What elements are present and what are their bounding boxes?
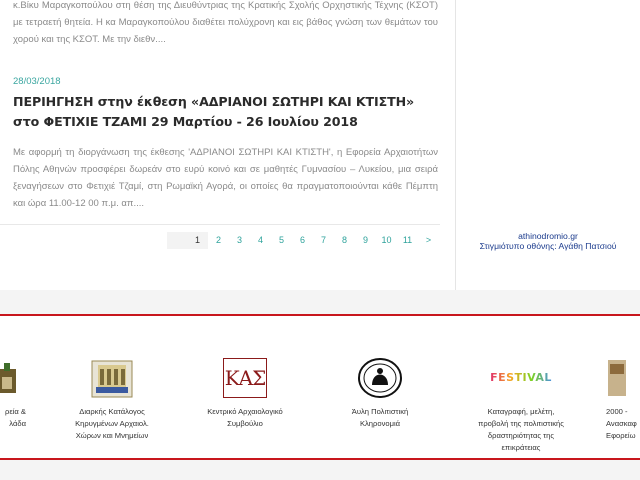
news-list: κ.Βίκυ Μαραγκοπούλου στη θέση της Διευθύ… bbox=[0, 0, 455, 290]
partner-item[interactable]: Άυλη Πολιτιστική Κληρονομιά bbox=[330, 356, 430, 430]
sidebar-image-credit: athinodromio.gr Στιγμιότυπο οθόνης: Αγάθ… bbox=[456, 231, 640, 251]
credit-site: athinodromio.gr bbox=[518, 231, 578, 241]
partner-label: Κεντρικό Αρχαιολογικό Συμβούλιο bbox=[207, 407, 283, 428]
partner-label: ρεία & λάδα bbox=[5, 407, 26, 428]
partner-item[interactable]: ΚΑΣ Κεντρικό Αρχαιολογικό Συμβούλιο bbox=[195, 356, 295, 430]
page-11-button[interactable]: 11 bbox=[397, 232, 418, 249]
page-2-button[interactable]: 2 bbox=[208, 232, 229, 249]
kas-logo-icon: ΚΑΣ bbox=[195, 356, 295, 400]
credit-line: Στιγμιότυπο οθόνης: Αγάθη Πατσιού bbox=[479, 241, 617, 251]
article-date: 28/03/2018 bbox=[13, 76, 61, 87]
page-10-button[interactable]: 10 bbox=[376, 232, 397, 249]
page-7-button[interactable]: 7 bbox=[313, 232, 334, 249]
partner-item[interactable]: Διαρκής Κατάλογος Κηρυγμένων Αρχαιολ. Χώ… bbox=[62, 356, 162, 442]
pagination-spacer bbox=[167, 232, 187, 249]
excavations-icon bbox=[606, 356, 640, 400]
page-8-button[interactable]: 8 bbox=[334, 232, 355, 249]
page-6-button[interactable]: 6 bbox=[292, 232, 313, 249]
kas-logo-text: ΚΑΣ bbox=[224, 366, 267, 390]
partner-label: Άυλη Πολιτιστική Κληρονομιά bbox=[351, 407, 409, 428]
article-title: ΠΕΡΙΗΓΗΣΗ στην έκθεση «ΑΔΡΙΑΝΟΙ ΣΩΤΗΡΙ Κ… bbox=[13, 92, 438, 132]
page-5-button[interactable]: 5 bbox=[271, 232, 292, 249]
festival-logo-icon: FESTIVAL bbox=[466, 356, 576, 400]
festival-logo-text: FESTIVAL bbox=[490, 371, 552, 384]
partner-item[interactable]: FESTIVAL Καταγραφή, μελέτη, προβολή της … bbox=[466, 356, 576, 454]
monuments-catalogue-icon bbox=[62, 356, 162, 400]
page-4-button[interactable]: 4 bbox=[250, 232, 271, 249]
partner-item[interactable]: 2000 - Ανασκαφ Εφορείω bbox=[606, 356, 640, 442]
article-item: 28/03/2018 ΠΕΡΙΗΓΗΣΗ στην έκθεση «ΑΔΡΙΑΝ… bbox=[13, 76, 438, 212]
article-title-link[interactable]: ΠΕΡΙΗΓΗΣΗ στην έκθεση «ΑΔΡΙΑΝΟΙ ΣΩΤΗΡΙ Κ… bbox=[13, 94, 414, 129]
partner-label: Καταγραφή, μελέτη, προβολή της πολιτιστι… bbox=[478, 407, 564, 452]
page-1-button[interactable]: 1 bbox=[187, 232, 208, 249]
footer-spacer bbox=[0, 290, 640, 314]
partner-item[interactable]: ρεία & λάδα bbox=[0, 356, 26, 430]
page-9-button[interactable]: 9 bbox=[355, 232, 376, 249]
intangible-heritage-icon bbox=[330, 356, 430, 400]
partner-label: Διαρκής Κατάλογος Κηρυγμένων Αρχαιολ. Χώ… bbox=[75, 407, 149, 440]
article-excerpt: Με αφορμή τη διοργάνωση της έκθεσης 'ΑΔΡ… bbox=[13, 147, 438, 209]
partners-carousel: ρεία & λάδα Διαρκής Κατάλογος Κηρυγμένων… bbox=[0, 314, 640, 460]
page-3-button[interactable]: 3 bbox=[229, 232, 250, 249]
footer-spacer-bottom bbox=[0, 460, 640, 480]
ministry-logo-icon bbox=[0, 356, 26, 400]
next-page-button[interactable]: > bbox=[418, 232, 439, 249]
divider bbox=[0, 224, 440, 225]
previous-article-excerpt: κ.Βίκυ Μαραγκοπούλου στη θέση της Διευθύ… bbox=[13, 0, 438, 45]
pagination: 1 2 3 4 5 6 7 8 9 10 11 > bbox=[167, 232, 439, 249]
partner-label: 2000 - Ανασκαφ Εφορείω bbox=[606, 407, 637, 440]
